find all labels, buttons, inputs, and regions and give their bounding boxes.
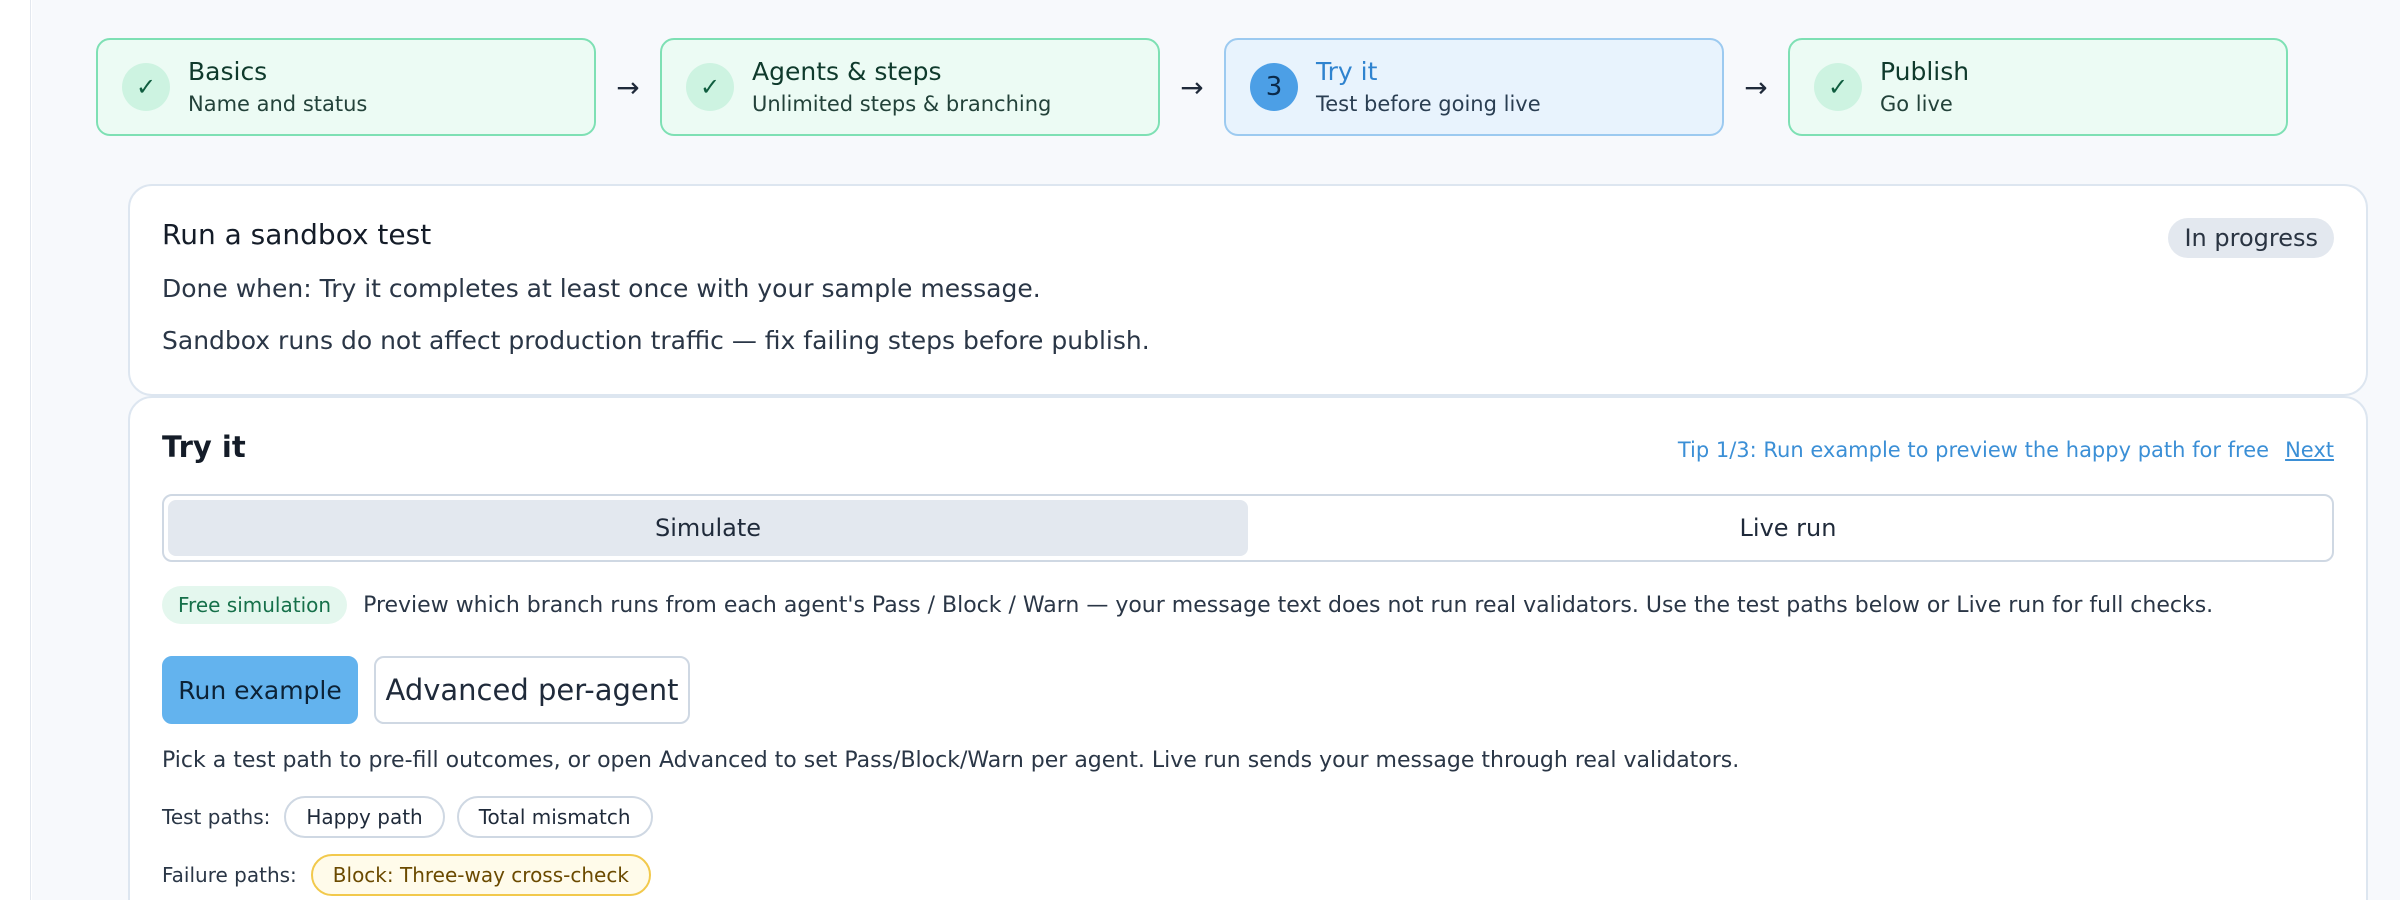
done-when-text: Done when: Try it completes at least onc… (162, 274, 1041, 303)
mode-live-run-tab[interactable]: Live run (1248, 500, 2328, 556)
step-basics[interactable]: ✓ Basics Name and status (96, 38, 596, 136)
test-paths-label: Test paths: (162, 805, 271, 829)
mode-toggle: Simulate Live run (162, 494, 2334, 562)
mode-simulate-tab[interactable]: Simulate (168, 500, 1248, 556)
sandbox-test-card: Run a sandbox test In progress Done when… (128, 184, 2368, 396)
step-title: Publish (1880, 57, 1970, 86)
card-title: Try it (162, 430, 246, 464)
step-title: Agents & steps (752, 57, 942, 86)
step-agents-steps[interactable]: ✓ Agents & steps Unlimited steps & branc… (660, 38, 1160, 136)
failure-paths-row: Failure paths: Block: Three-way cross-ch… (162, 854, 651, 896)
arrow-right-icon: → (1180, 70, 1204, 104)
test-path-chip-mismatch[interactable]: Total mismatch (456, 796, 653, 838)
failure-path-chip-cross-check[interactable]: Block: Three-way cross-check (310, 854, 651, 896)
check-icon: ✓ (686, 63, 734, 111)
step-title: Try it (1316, 57, 1378, 86)
left-rail (0, 0, 31, 900)
check-icon: ✓ (122, 63, 170, 111)
try-it-card: Try it Tip 1/3: Run example to preview t… (128, 396, 2368, 900)
simulation-info: Free simulation Preview which branch run… (162, 586, 2213, 624)
failure-paths-label: Failure paths: (162, 863, 297, 887)
step-publish[interactable]: ✓ Publish Go live (1788, 38, 2288, 136)
step-try-it[interactable]: 3 Try it Test before going live (1224, 38, 1724, 136)
tip-next-link[interactable]: Next (2285, 438, 2334, 462)
advanced-per-agent-button[interactable]: Advanced per-agent (374, 656, 690, 724)
run-example-button[interactable]: Run example (162, 656, 358, 724)
step-subtitle: Name and status (188, 92, 368, 116)
help-text: Pick a test path to pre-fill outcomes, o… (162, 748, 1740, 773)
check-icon: ✓ (1814, 63, 1862, 111)
step-subtitle: Test before going live (1316, 92, 1541, 116)
main-content: ✓ Basics Name and status → ✓ Agents & st… (32, 0, 2400, 900)
card-title: Run a sandbox test (162, 218, 432, 251)
step-number-badge: 3 (1250, 63, 1298, 111)
step-subtitle: Go live (1880, 92, 1953, 116)
step-title: Basics (188, 57, 268, 86)
arrow-right-icon: → (1744, 70, 1768, 104)
sandbox-note: Sandbox runs do not affect production tr… (162, 326, 1150, 355)
tip-text: Tip 1/3: Run example to preview the happ… (1677, 438, 2270, 462)
free-simulation-badge: Free simulation (162, 586, 348, 624)
arrow-right-icon: → (616, 70, 640, 104)
test-paths-row: Test paths: Happy path Total mismatch (162, 796, 653, 838)
wizard-stepper: ✓ Basics Name and status → ✓ Agents & st… (96, 38, 2368, 136)
tip-banner: Tip 1/3: Run example to preview the happ… (1678, 438, 2334, 462)
status-badge: In progress (2168, 218, 2334, 258)
simulation-description: Preview which branch runs from each agen… (363, 592, 2214, 618)
action-buttons: Run example Advanced per-agent (162, 656, 690, 724)
test-path-chip-happy[interactable]: Happy path (284, 796, 445, 838)
step-subtitle: Unlimited steps & branching (752, 92, 1052, 116)
